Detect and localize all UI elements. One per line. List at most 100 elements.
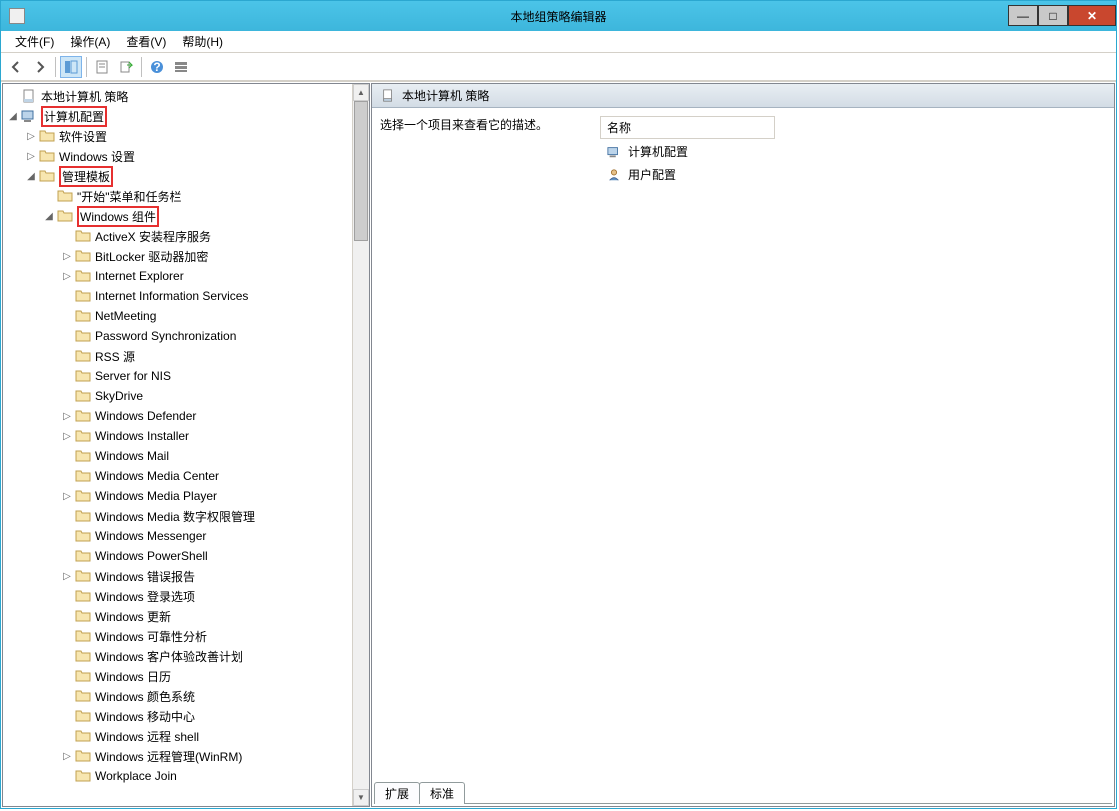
tree-item[interactable]: NetMeeting — [5, 306, 350, 326]
expand-icon[interactable]: ▷ — [61, 251, 73, 262]
folder-icon — [75, 649, 91, 663]
help-button[interactable]: ? — [146, 56, 168, 78]
tree-item[interactable]: RSS 源 — [5, 346, 350, 366]
expand-icon[interactable]: ▷ — [61, 431, 73, 442]
list-item[interactable]: 用户配置 — [600, 164, 1106, 185]
tree-label: Windows 颜色系统 — [95, 688, 195, 705]
folder-icon — [75, 229, 91, 243]
tree-start-menu[interactable]: "开始"菜单和任务栏 — [5, 186, 350, 206]
tree-admin-templates[interactable]: ◢管理模板 — [5, 166, 350, 186]
tree-item[interactable]: Windows Media Center — [5, 466, 350, 486]
folder-icon — [39, 169, 55, 183]
expand-icon[interactable]: ▷ — [61, 271, 73, 282]
tree-item[interactable]: Windows 登录选项 — [5, 586, 350, 606]
show-tree-button[interactable] — [60, 56, 82, 78]
tree-item[interactable]: Windows 移动中心 — [5, 706, 350, 726]
tree-computer-config[interactable]: ◢ 计算机配置 — [5, 106, 350, 126]
tree-windows-components[interactable]: ◢ Windows 组件 — [5, 206, 350, 226]
tree-label: Windows Installer — [95, 429, 189, 443]
maximize-button[interactable]: □ — [1038, 5, 1068, 26]
filter-button[interactable] — [170, 56, 192, 78]
tree-item[interactable]: ▷Windows Media Player — [5, 486, 350, 506]
tree-item[interactable]: Windows 颜色系统 — [5, 686, 350, 706]
expand-icon[interactable]: ▷ — [61, 571, 73, 582]
tree-item[interactable]: SkyDrive — [5, 386, 350, 406]
collapse-icon[interactable]: ◢ — [43, 211, 55, 222]
scroll-track[interactable] — [353, 101, 369, 789]
tree-item[interactable]: Workplace Join — [5, 766, 350, 786]
tree-label: RSS 源 — [95, 348, 135, 365]
tree-item[interactable]: Windows Messenger — [5, 526, 350, 546]
scroll-thumb[interactable] — [354, 101, 368, 241]
expand-icon[interactable]: ▷ — [25, 151, 37, 162]
tree-label: 计算机配置 — [41, 106, 107, 127]
folder-icon — [39, 149, 55, 163]
tree-label: Windows 日历 — [95, 668, 171, 685]
tab-extended[interactable]: 扩展 — [374, 782, 420, 804]
tree-root[interactable]: 本地计算机 策略 — [5, 86, 350, 106]
folder-icon — [75, 249, 91, 263]
expand-icon[interactable]: ▷ — [61, 751, 73, 762]
scroll-up-button[interactable]: ▲ — [353, 84, 369, 101]
menu-view[interactable]: 查看(V) — [118, 31, 174, 52]
expand-icon[interactable]: ▷ — [25, 131, 37, 142]
tree-item[interactable]: ▷ Windows Installer — [5, 426, 350, 446]
tree-item[interactable]: ▷BitLocker 驱动器加密 — [5, 246, 350, 266]
app-icon — [9, 8, 25, 24]
tree-item[interactable]: Windows Mail — [5, 446, 350, 466]
tree-label: Windows 登录选项 — [95, 588, 195, 605]
tree-label: Windows 远程 shell — [95, 728, 199, 745]
tree-item[interactable]: Windows 远程 shell — [5, 726, 350, 746]
tree-item[interactable]: Windows 更新 — [5, 606, 350, 626]
collapse-icon[interactable]: ◢ — [25, 171, 37, 182]
tree-label: Internet Information Services — [95, 289, 248, 303]
folder-icon — [75, 469, 91, 483]
expand-icon[interactable]: ▷ — [61, 491, 73, 502]
tree-item[interactable]: Windows 客户体验改善计划 — [5, 646, 350, 666]
tree-scrollbar[interactable]: ▲ ▼ — [352, 84, 369, 806]
tree-label: Workplace Join — [95, 769, 177, 783]
folder-icon — [75, 729, 91, 743]
tree-label: 软件设置 — [59, 128, 107, 145]
tree-item[interactable]: Windows PowerShell — [5, 546, 350, 566]
tree-label: SkyDrive — [95, 389, 143, 403]
tree-item[interactable]: ▷Windows 错误报告 — [5, 566, 350, 586]
folder-icon — [75, 309, 91, 323]
tree-item[interactable]: Server for NIS — [5, 366, 350, 386]
back-button[interactable] — [5, 56, 27, 78]
minimize-button[interactable]: — — [1008, 5, 1038, 26]
export-button[interactable] — [115, 56, 137, 78]
list-item[interactable]: 计算机配置 — [600, 141, 1106, 162]
tree-item[interactable]: ActiveX 安装程序服务 — [5, 226, 350, 246]
tree-label: Windows 客户体验改善计划 — [95, 648, 243, 665]
tab-standard[interactable]: 标准 — [419, 782, 465, 804]
tree-label: Windows 可靠性分析 — [95, 628, 207, 645]
scroll-down-button[interactable]: ▼ — [353, 789, 369, 806]
collapse-icon[interactable]: ◢ — [7, 111, 19, 122]
tree-item[interactable]: ▷Internet Explorer — [5, 266, 350, 286]
tree-windows-settings[interactable]: ▷Windows 设置 — [5, 146, 350, 166]
forward-button[interactable] — [29, 56, 51, 78]
tree-item[interactable]: ▷Windows 远程管理(WinRM) — [5, 746, 350, 766]
tree-item[interactable]: Internet Information Services — [5, 286, 350, 306]
tree-label: Windows 更新 — [95, 608, 171, 625]
tree-label: Windows 组件 — [77, 206, 159, 227]
close-button[interactable]: ✕ — [1068, 5, 1116, 26]
tree-item[interactable]: Windows Media 数字权限管理 — [5, 506, 350, 526]
menu-file[interactable]: 文件(F) — [7, 31, 62, 52]
tree-item[interactable]: ▷ Windows Defender — [5, 406, 350, 426]
properties-button[interactable] — [91, 56, 113, 78]
menu-help[interactable]: 帮助(H) — [174, 31, 231, 52]
menu-action[interactable]: 操作(A) — [62, 31, 118, 52]
tree-label: Windows Messenger — [95, 529, 206, 543]
tree-scroll[interactable]: 本地计算机 策略 ◢ 计算机配置 ▷ 软件设置▷Windows 设置◢管理模板"开始"菜… — [3, 84, 352, 806]
column-header-name[interactable]: 名称 — [600, 116, 775, 139]
tree-label: Windows Defender — [95, 409, 196, 423]
tree-software-settings[interactable]: ▷ 软件设置 — [5, 126, 350, 146]
tree-item[interactable]: Windows 可靠性分析 — [5, 626, 350, 646]
tree-item[interactable]: Windows 日历 — [5, 666, 350, 686]
document-icon — [380, 89, 396, 103]
tree-item[interactable]: Password Synchronization — [5, 326, 350, 346]
list-item-label: 用户配置 — [628, 166, 676, 183]
expand-icon[interactable]: ▷ — [61, 411, 73, 422]
